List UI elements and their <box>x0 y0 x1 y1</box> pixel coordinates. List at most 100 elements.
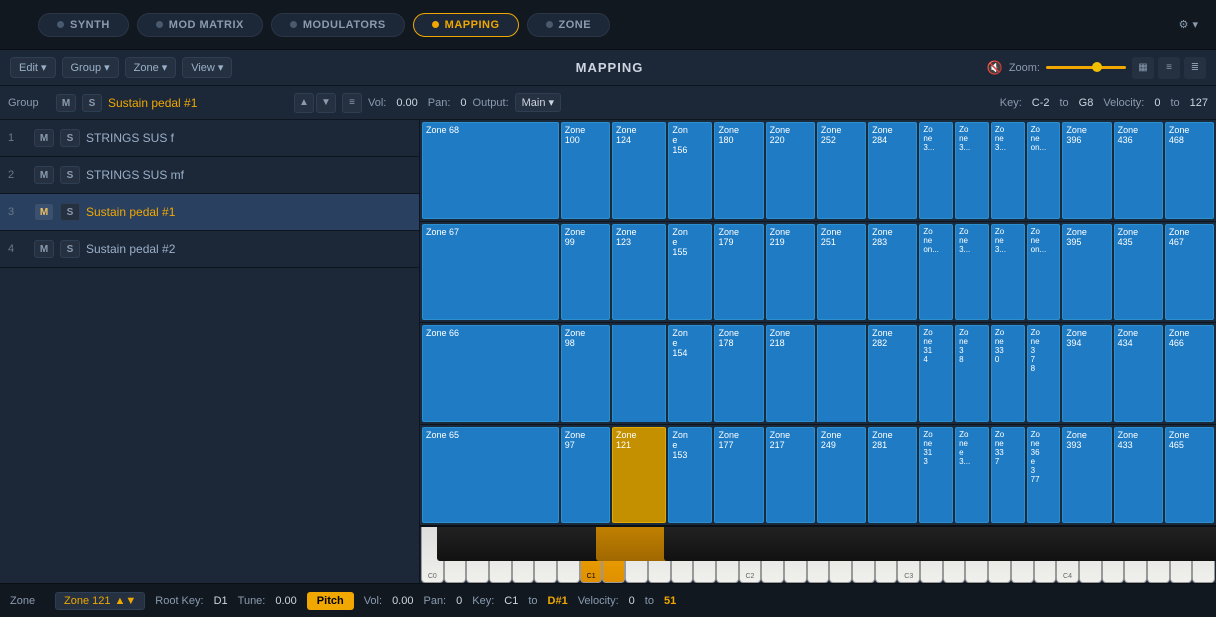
zone-block-179[interactable]: Zone179 <box>714 224 763 321</box>
group-row-2[interactable]: 2 M S STRINGS SUS mf <box>0 157 419 194</box>
group-menu[interactable]: Group ▾ <box>62 57 119 78</box>
grid-icon[interactable]: ≡ <box>1158 57 1180 79</box>
zone-block-r2c[interactable]: Zone3... <box>991 224 1025 321</box>
zone-block-250[interactable]: Zone250 <box>817 325 866 422</box>
zone-block-r2b[interactable]: Zone3... <box>955 224 989 321</box>
group-s-button[interactable]: S <box>82 94 102 112</box>
zone-block-123[interactable]: Zone123 <box>612 224 666 321</box>
zone-block-100[interactable]: Zone100 <box>561 122 610 219</box>
zone-block-393[interactable]: Zone393 <box>1062 427 1111 524</box>
group-row-4[interactable]: 4 M S Sustain pedal #2 <box>0 231 419 268</box>
nav-tab-zone[interactable]: ZONE <box>527 13 611 37</box>
row4-m-btn[interactable]: M <box>34 240 54 258</box>
key-to[interactable]: G8 <box>1079 97 1094 109</box>
zone-block-99[interactable]: Zone99 <box>561 224 610 321</box>
row2-s-btn[interactable]: S <box>60 166 80 184</box>
zone-block-68[interactable]: Zone 68 <box>422 122 559 219</box>
zone-block-r4d[interactable]: Zone36e377 <box>1027 427 1061 524</box>
group-row-1[interactable]: 1 M S STRINGS SUS f <box>0 120 419 157</box>
row4-s-btn[interactable]: S <box>60 240 80 258</box>
list-icon[interactable]: ≣ <box>1184 57 1206 79</box>
zone-block-220[interactable]: Zone220 <box>766 122 815 219</box>
zone-block-217[interactable]: Zone217 <box>766 427 815 524</box>
zone-block-468[interactable]: Zone468 <box>1165 122 1214 219</box>
key-as4[interactable] <box>1188 527 1216 561</box>
row2-m-btn[interactable]: M <box>34 166 54 184</box>
zone-block-r3b[interactable]: Zone38 <box>955 325 989 422</box>
zone-block-395[interactable]: Zone395 <box>1062 224 1111 321</box>
pan-value[interactable]: 0 <box>460 97 466 109</box>
zone-block-178[interactable]: Zone178 <box>714 325 763 422</box>
zone-block-r1d[interactable]: Zoneon... <box>1027 122 1061 219</box>
status-pan-value[interactable]: 0 <box>456 595 462 607</box>
zone-block-r1a[interactable]: Zone3... <box>919 122 953 219</box>
vel-to[interactable]: 127 <box>1190 97 1208 109</box>
zone-block-281[interactable]: Zone281 <box>868 427 917 524</box>
zone-block-284[interactable]: Zone284 <box>868 122 917 219</box>
vel-from[interactable]: 0 <box>1154 97 1160 109</box>
group-row-3[interactable]: 3 M S Sustain pedal #1 <box>0 194 419 231</box>
row3-s-btn[interactable]: S <box>60 203 80 221</box>
zone-block-r1b[interactable]: Zone3... <box>955 122 989 219</box>
zone-block-249[interactable]: Zone249 <box>817 427 866 524</box>
group-list-btn[interactable]: ≡ <box>342 93 362 113</box>
status-vel-to[interactable]: 51 <box>664 595 676 607</box>
zone-block-434[interactable]: Zone434 <box>1114 325 1163 422</box>
zone-block-436[interactable]: Zone436 <box>1114 122 1163 219</box>
zone-block-98[interactable]: Zone98 <box>561 325 610 422</box>
zone-block-466[interactable]: Zone466 <box>1165 325 1214 422</box>
settings-button[interactable]: ⚙ ▾ <box>1171 14 1206 35</box>
zone-block-r3d[interactable]: Zone378 <box>1027 325 1061 422</box>
speaker-icon[interactable]: 🔇 <box>987 60 1003 76</box>
zone-block-r4c[interactable]: Zone337 <box>991 427 1025 524</box>
root-key-value[interactable]: D1 <box>214 595 228 607</box>
zone-block-r2d[interactable]: Zoneon... <box>1027 224 1061 321</box>
nav-tab-modulators[interactable]: MODULATORS <box>271 13 405 37</box>
nav-tab-mapping[interactable]: MAPPING <box>413 13 519 37</box>
edit-menu[interactable]: Edit ▾ <box>10 57 56 78</box>
nav-tab-mod-matrix[interactable]: MOD MATRIX <box>137 13 263 37</box>
zone-block-218[interactable]: Zone218 <box>766 325 815 422</box>
zone-block-r3c[interactable]: Zone330 <box>991 325 1025 422</box>
zone-block-r3a[interactable]: Zone314 <box>919 325 953 422</box>
zone-block-394[interactable]: Zone394 <box>1062 325 1111 422</box>
nav-tab-synth[interactable]: SYNTH <box>38 13 129 37</box>
status-vol-value[interactable]: 0.00 <box>392 595 413 607</box>
zone-block-435[interactable]: Zone435 <box>1114 224 1163 321</box>
key-from[interactable]: C-2 <box>1032 97 1050 109</box>
zone-block-156[interactable]: Zone156 <box>668 122 712 219</box>
view-menu[interactable]: View ▾ <box>182 57 232 78</box>
zone-block-155[interactable]: Zone155 <box>668 224 712 321</box>
zone-block-433[interactable]: Zone433 <box>1114 427 1163 524</box>
zone-block-467[interactable]: Zone467 <box>1165 224 1214 321</box>
zone-block-r2a[interactable]: Zoneon... <box>919 224 953 321</box>
zone-block-153[interactable]: Zone153 <box>668 427 712 524</box>
pitch-button[interactable]: Pitch <box>307 592 354 610</box>
zone-block-121-gold[interactable]: Zone121 <box>612 427 666 524</box>
zone-block-67[interactable]: Zone 67 <box>422 224 559 321</box>
zone-menu[interactable]: Zone ▾ <box>125 57 177 78</box>
zone-block-252[interactable]: Zone252 <box>817 122 866 219</box>
group-name-select[interactable]: Sustain pedal #1 <box>108 96 288 110</box>
row3-m-btn[interactable]: M <box>34 203 54 221</box>
zone-block-396[interactable]: Zone396 <box>1062 122 1111 219</box>
zone-block-65[interactable]: Zone 65 <box>422 427 559 524</box>
row1-m-btn[interactable]: M <box>34 129 54 147</box>
vol-value[interactable]: 0.00 <box>396 97 417 109</box>
group-arrow-down[interactable]: ▼ <box>316 93 336 113</box>
zone-select[interactable]: Zone 121 ▲▼ <box>55 592 145 610</box>
zone-block-180[interactable]: Zone180 <box>714 122 763 219</box>
zoom-slider[interactable] <box>1046 66 1126 69</box>
zone-block-251[interactable]: Zone251 <box>817 224 866 321</box>
group-arrow-up[interactable]: ▲ <box>294 93 314 113</box>
row1-s-btn[interactable]: S <box>60 129 80 147</box>
zone-block-97[interactable]: Zone97 <box>561 427 610 524</box>
zone-block-282[interactable]: Zone282 <box>868 325 917 422</box>
tune-value[interactable]: 0.00 <box>275 595 296 607</box>
status-vel-from[interactable]: 0 <box>629 595 635 607</box>
zone-block-r4b[interactable]: Zonee3... <box>955 427 989 524</box>
zone-block-219[interactable]: Zone219 <box>766 224 815 321</box>
zone-block-r4a[interactable]: Zone313 <box>919 427 953 524</box>
zone-block-66[interactable]: Zone 66 <box>422 325 559 422</box>
group-m-button[interactable]: M <box>56 94 76 112</box>
